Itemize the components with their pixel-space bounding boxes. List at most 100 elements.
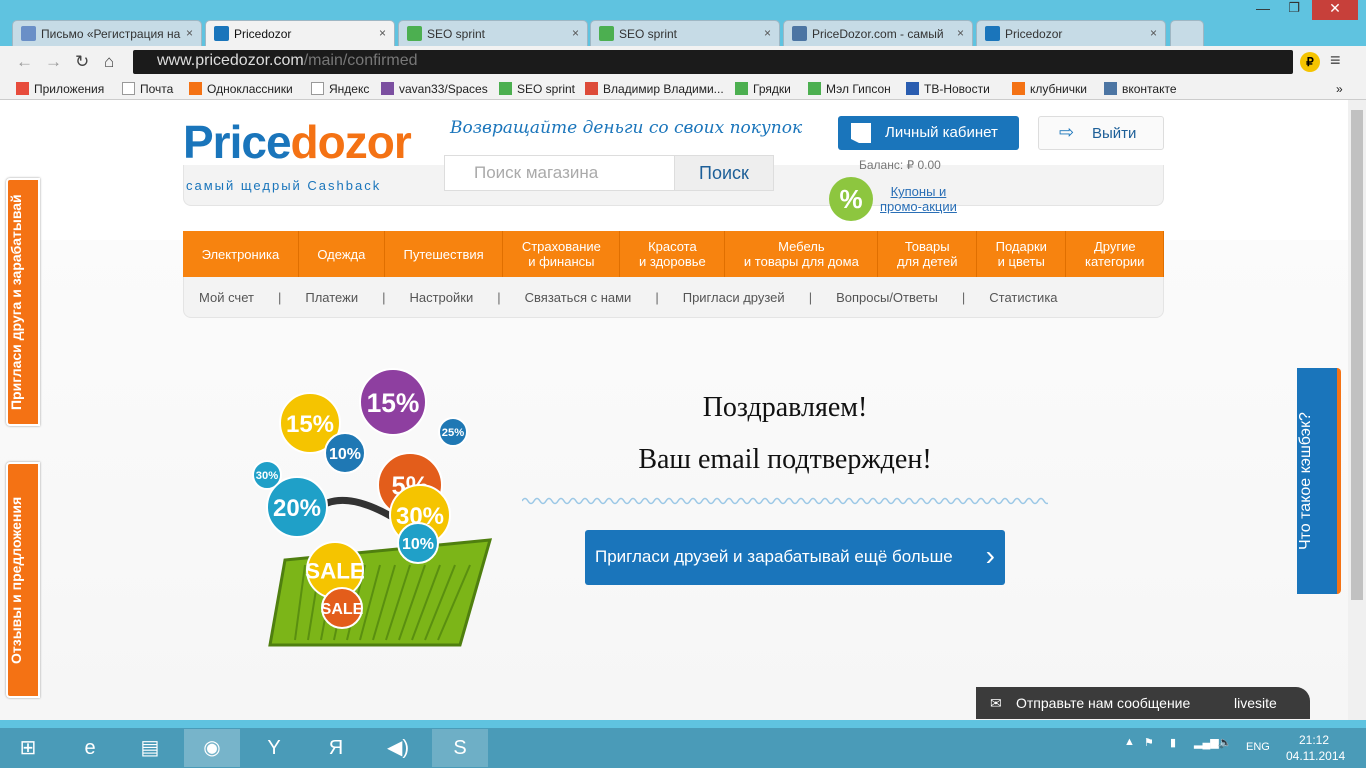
menu-line-1: Страхование <box>521 239 601 254</box>
submenu-item[interactable]: Статистика <box>989 290 1057 305</box>
tab-title: SEO sprint <box>427 27 486 41</box>
menu-item[interactable]: Подарки и цветы <box>977 231 1067 277</box>
forward-icon[interactable]: → <box>45 52 62 72</box>
network-icon[interactable]: ▂▄▆ <box>1194 736 1219 749</box>
submenu-item[interactable]: Связаться с нами <box>525 290 632 305</box>
bookmark-item[interactable]: Мэл Гипсон <box>808 82 891 96</box>
seosprint-icon <box>407 26 422 41</box>
yandex-taskbar-icon[interactable]: Я <box>308 729 364 767</box>
bookmark-item[interactable]: Одноклассники <box>189 82 293 96</box>
what-is-cashback-tab[interactable]: Что такое кэшбэк? <box>1297 368 1341 594</box>
tab-close-icon[interactable]: × <box>379 26 386 40</box>
ie-taskbar-icon[interactable]: e <box>62 729 118 767</box>
menu-line-2: и финансы <box>528 254 595 269</box>
back-icon[interactable]: ← <box>16 52 33 72</box>
invite-friends-button[interactable]: Пригласи друзей и зарабатывай ещё больше… <box>585 530 1005 585</box>
bookmark-label: Владимир Владими... <box>603 82 724 96</box>
minimize-button[interactable]: — <box>1256 0 1270 16</box>
menu-item[interactable]: Электроника <box>183 231 299 277</box>
menu-item[interactable]: Красота и здоровье <box>620 231 726 277</box>
menu-item[interactable]: Одежда <box>299 231 385 277</box>
bookmarks-more[interactable]: » <box>1336 82 1343 96</box>
home-icon[interactable]: ⌂ <box>104 52 114 72</box>
menu-item[interactable]: Товары для детей <box>878 231 978 277</box>
maximize-button[interactable]: ❐ <box>1288 0 1300 16</box>
skype-taskbar-icon[interactable]: S <box>432 729 488 767</box>
bookmark-item[interactable]: Почта <box>122 82 173 96</box>
menu-item[interactable]: Мебель и товары для дома <box>725 231 879 277</box>
logout-button[interactable]: ⇨ Выйти <box>1038 116 1164 150</box>
start-button[interactable]: ⊞ <box>0 729 56 767</box>
coupons-link[interactable]: Купоны и промо-акции <box>880 184 957 214</box>
bookmark-icon <box>16 82 29 95</box>
clock-time[interactable]: 21:12 <box>1299 733 1329 747</box>
invite-friend-side-tab[interactable]: Пригласи друга и зарабатывай <box>6 178 40 426</box>
submenu-item[interactable]: Мой счет <box>199 290 254 305</box>
tab-5[interactable]: PriceDozor.com - самый × <box>783 20 973 46</box>
explorer-taskbar-icon[interactable]: ▤ <box>122 729 178 767</box>
tab-close-icon[interactable]: × <box>957 26 964 40</box>
menu-icon[interactable]: ≡ <box>1330 50 1341 71</box>
tab-1[interactable]: Письмо «Регистрация на × <box>12 20 202 46</box>
chat-widget[interactable]: ✉ Отправьте нам сообщение livesite <box>976 687 1310 719</box>
flag-icon[interactable]: ⚑ <box>1144 736 1154 749</box>
bookmark-label: ТВ-Новости <box>924 82 990 96</box>
badge-label: 20% <box>273 495 321 522</box>
feedback-side-tab[interactable]: Отзывы и предложения <box>6 462 40 698</box>
bookmark-icon <box>122 82 135 95</box>
menu-item[interactable]: Другие категории <box>1066 231 1165 277</box>
bookmark-item[interactable]: vavan33/Spaces <box>381 82 488 96</box>
bookmark-item[interactable]: Яндекс <box>311 82 369 96</box>
ruble-extension-icon[interactable]: ₽ <box>1300 52 1320 72</box>
menu-item[interactable]: Путешествия <box>385 231 504 277</box>
tab-close-icon[interactable]: × <box>1150 26 1157 40</box>
submenu-item[interactable]: Платежи <box>305 290 358 305</box>
tab-4[interactable]: SEO sprint × <box>590 20 780 46</box>
reload-icon[interactable]: ↻ <box>75 52 89 72</box>
store-search-input[interactable]: Поиск магазина <box>444 155 675 191</box>
bookmark-item[interactable]: Грядки <box>735 82 791 96</box>
tab-close-icon[interactable]: × <box>186 26 193 40</box>
bookmark-icon <box>311 82 324 95</box>
scrollbar-thumb[interactable] <box>1351 110 1363 600</box>
menu-item[interactable]: Страхование и финансы <box>503 231 621 277</box>
volume-muted-icon[interactable]: 🔈 <box>1218 736 1232 749</box>
chat-label: Отправьте нам сообщение <box>1016 695 1191 711</box>
logout-label: Выйти <box>1092 125 1137 142</box>
tab-close-icon[interactable]: × <box>572 26 579 40</box>
tab-title: Письмо «Регистрация на <box>41 27 181 41</box>
menu-line-2: категории <box>1085 254 1145 269</box>
bookmark-item[interactable]: ТВ-Новости <box>906 82 990 96</box>
tagline: Возвращайте деньги со своих покупок <box>450 118 803 138</box>
address-bar[interactable]: www.pricedozor.com/main/confirmed <box>133 50 1293 74</box>
menu-item-label: Путешествия <box>403 247 483 262</box>
submenu-item[interactable]: Вопросы/Ответы <box>836 290 938 305</box>
bookmark-item[interactable]: вконтакте <box>1104 82 1177 96</box>
new-tab-button[interactable] <box>1170 20 1204 46</box>
cabinet-button[interactable]: Личный кабинет <box>838 116 1019 150</box>
tab-close-icon[interactable]: × <box>764 26 771 40</box>
chrome-taskbar-icon[interactable]: ◉ <box>184 729 240 767</box>
submenu-item[interactable]: Настройки <box>409 290 473 305</box>
show-hidden-icons[interactable]: ▲ <box>1124 736 1135 748</box>
confirmed-heading: Ваш email подтвержден! <box>638 444 932 475</box>
menu-line-1: Одежда <box>317 246 366 262</box>
bookmark-item[interactable]: Владимир Владими... <box>585 82 724 96</box>
bookmark-item[interactable]: клубнички <box>1012 82 1087 96</box>
close-window-button[interactable]: ✕ <box>1312 0 1358 20</box>
bookmark-item[interactable]: Приложения <box>16 82 104 96</box>
battery-icon[interactable]: ▮ <box>1170 736 1176 749</box>
yandex-browser-taskbar-icon[interactable]: Y <box>246 729 302 767</box>
submenu-item[interactable]: Пригласи друзей <box>683 290 785 305</box>
menu-line-1: Подарки <box>995 239 1047 254</box>
tab-6[interactable]: Pricedozor × <box>976 20 1166 46</box>
tab-3[interactable]: SEO sprint × <box>398 20 588 46</box>
clock-date[interactable]: 04.11.2014 <box>1286 749 1345 763</box>
tab-title: Pricedozor <box>234 27 292 41</box>
search-button[interactable]: Поиск <box>674 155 774 191</box>
language-indicator[interactable]: ENG <box>1246 741 1270 753</box>
page: Pricedozor самый щедрый Cashback Возвращ… <box>0 100 1348 720</box>
bookmark-item[interactable]: SEO sprint <box>499 82 575 96</box>
speaker-app-taskbar-icon[interactable]: ◀) <box>370 729 426 767</box>
tab-2[interactable]: Pricedozor × <box>205 20 395 46</box>
